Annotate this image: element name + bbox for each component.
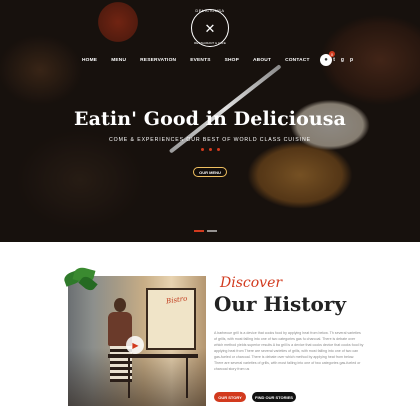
logo-brand-name: DELICIOUSA (195, 8, 225, 13)
play-icon: ▶ (132, 340, 139, 350)
nav-reservation[interactable]: RESERVATION (140, 58, 176, 63)
find-stories-button[interactable]: FIND OUR STORIES (252, 392, 296, 402)
nav-about[interactable]: ABOUT (253, 58, 271, 63)
our-story-button[interactable]: OUR STORY (214, 392, 246, 402)
hero-subtitle: COME & EXPERIENCES OUR BEST OF WORLD CLA… (109, 137, 311, 143)
nav-contact[interactable]: CONTACT (285, 58, 310, 63)
nav-menu[interactable]: MENU (111, 58, 126, 63)
slide-indicator-active[interactable] (194, 230, 204, 232)
slider-indicator (194, 230, 217, 232)
nav-events[interactable]: EVENTS (190, 58, 210, 63)
twitter-icon[interactable]: t (333, 57, 335, 63)
main-nav: HOME MENU RESERVATION EVENTS SHOP ABOUT … (82, 57, 353, 63)
our-menu-button[interactable]: OUR MENU (193, 167, 227, 177)
cart-button[interactable]: ● 0 (320, 51, 335, 66)
logo-tagline: RESTAURANT & CAFE (194, 41, 226, 45)
logo-badge: DELICIOUSA ✕ RESTAURANT & CAFE (191, 8, 229, 47)
cart-count-badge: 0 (329, 51, 335, 57)
cart-icon: ● (324, 57, 328, 63)
hero-title: Eatin' Good in Deliciousa (74, 108, 346, 130)
video-play-button[interactable]: ▶ (126, 336, 144, 354)
hero-section: DELICIOUSA ✕ RESTAURANT & CAFE HOME MENU… (0, 0, 420, 242)
googleplus-icon[interactable]: g (341, 57, 344, 63)
history-paragraph: A barbecue grill is a device that cooks … (214, 331, 364, 371)
brand-logo[interactable]: DELICIOUSA ✕ RESTAURANT & CAFE (186, 8, 234, 48)
nav-shop[interactable]: SHOP (225, 58, 239, 63)
hero-divider-dots (0, 148, 420, 151)
slide-indicator[interactable] (207, 230, 217, 232)
pinterest-icon[interactable]: p (350, 57, 353, 63)
section-title: Our History (214, 292, 346, 316)
basil-leaf-decoration (60, 265, 102, 296)
nav-home[interactable]: HOME (82, 58, 97, 63)
divider-dot (216, 148, 220, 151)
section-script-title: Discover (220, 275, 283, 291)
divider-dot (200, 148, 204, 151)
photo-table (108, 354, 198, 358)
divider-dot (208, 148, 212, 151)
cutlery-icon: ✕ (204, 20, 216, 36)
